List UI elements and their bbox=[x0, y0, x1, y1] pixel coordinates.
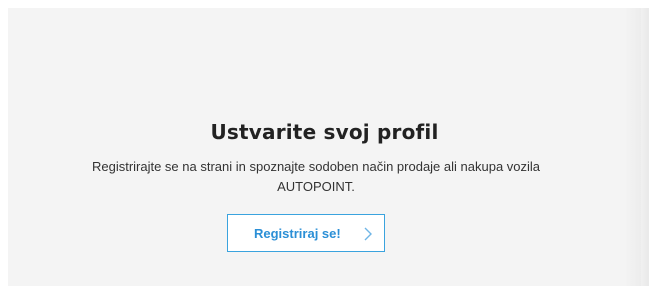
chevron-right-icon bbox=[362, 227, 374, 241]
register-button-label: Registriraj se! bbox=[254, 226, 341, 241]
register-button[interactable]: Registriraj se! bbox=[227, 214, 385, 252]
edge-shading bbox=[624, 8, 649, 286]
section-title: Ustvarite svoj profil bbox=[210, 120, 439, 144]
section-description: Registrirajte se na strani in spoznajte … bbox=[91, 159, 541, 194]
profile-signup-panel: Ustvarite svoj profil Registrirajte se n… bbox=[8, 8, 641, 286]
